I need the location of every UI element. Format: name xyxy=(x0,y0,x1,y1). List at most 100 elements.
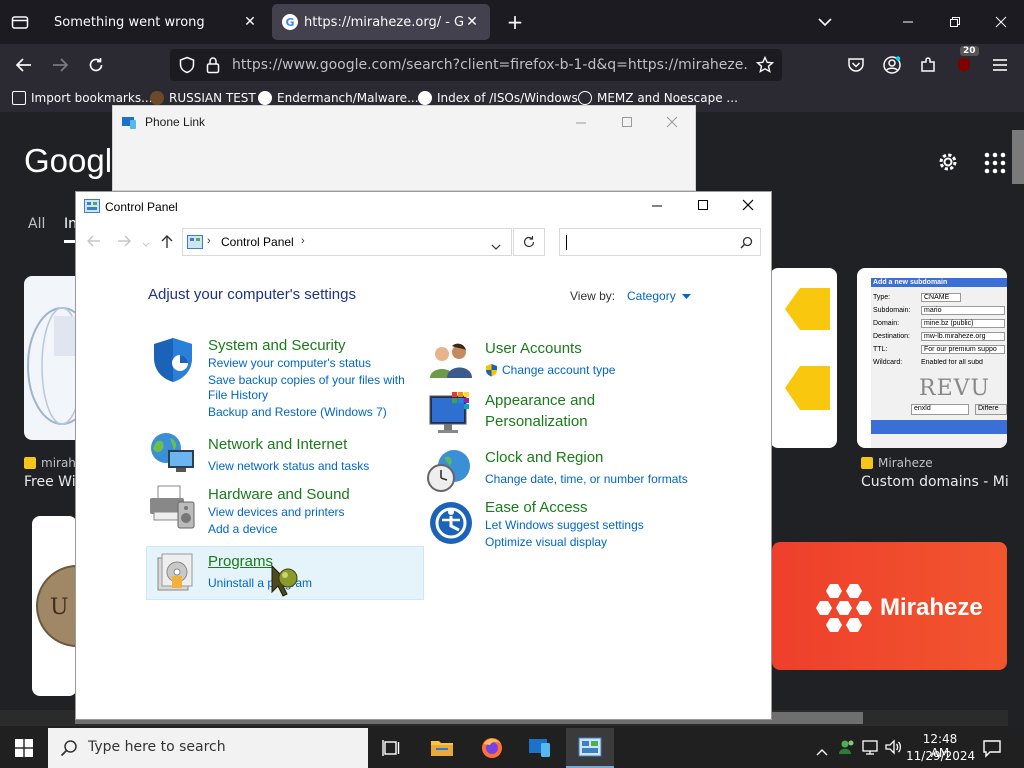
phone-link-taskbar-icon[interactable] xyxy=(516,728,564,768)
category-appearance-and-personalization[interactable]: Appearance and xyxy=(485,392,595,409)
close-tab-icon[interactable]: ✕ xyxy=(242,14,258,30)
programs-disc-icon[interactable] xyxy=(156,552,194,597)
maximize-icon[interactable] xyxy=(696,198,714,216)
category-ease-of-access[interactable]: Ease of Access xyxy=(485,499,588,516)
bookmark-item[interactable]: Endermanch/Malware... xyxy=(258,91,419,105)
breadcrumb[interactable]: Control Panel xyxy=(221,235,294,249)
speaker-volume-icon[interactable] xyxy=(885,739,903,759)
task-view-icon[interactable] xyxy=(368,728,416,768)
tracking-protection-shield-icon[interactable] xyxy=(178,56,196,78)
people-tray-icon[interactable] xyxy=(838,738,856,760)
close-window-icon[interactable] xyxy=(989,10,1013,34)
gear-icon[interactable] xyxy=(936,150,960,174)
back-arrow-icon[interactable] xyxy=(10,52,38,78)
ublock-extension-icon[interactable]: 20 xyxy=(950,46,979,78)
hamburger-menu-icon[interactable] xyxy=(986,52,1014,78)
link-change-account-type[interactable]: Change account type xyxy=(502,362,615,379)
control-panel-taskbar-icon[interactable] xyxy=(566,728,614,768)
close-window-icon[interactable] xyxy=(666,113,680,128)
link-review-computer-status[interactable]: Review your computer's status xyxy=(208,355,371,372)
reload-icon[interactable] xyxy=(82,52,110,78)
forward-arrow-icon[interactable] xyxy=(116,234,132,253)
bookmark-item[interactable]: RUSSIAN TEST xyxy=(150,91,256,105)
browser-tab-active[interactable]: G https://miraheze.org/ - Google ✕ xyxy=(272,4,490,40)
bookmark-item[interactable]: Import bookmarks... xyxy=(12,91,153,105)
result-title[interactable]: Custom domains - Mira xyxy=(861,474,1008,490)
start-windows-icon[interactable] xyxy=(0,728,48,768)
category-programs[interactable]: Programs xyxy=(208,553,273,570)
pocket-icon[interactable] xyxy=(842,52,870,78)
link-optimize-visual-display[interactable]: Optimize visual display xyxy=(485,534,607,551)
notifications-icon[interactable] xyxy=(982,738,1002,762)
up-arrow-icon[interactable] xyxy=(160,233,174,254)
taskbar-search-input[interactable]: Type here to search xyxy=(48,728,368,768)
system-security-shield-icon[interactable] xyxy=(150,336,196,389)
search-input[interactable] xyxy=(559,228,761,256)
image-result-thumbnail[interactable]: U xyxy=(32,516,77,696)
recent-locations-chevron-icon[interactable] xyxy=(142,236,150,254)
clock-globe-icon[interactable] xyxy=(426,448,474,499)
maximize-icon[interactable] xyxy=(621,113,635,127)
extensions-puzzle-icon[interactable] xyxy=(914,52,942,78)
category-appearance-and-personalization-line2[interactable]: Personalization xyxy=(485,413,588,430)
minimize-icon[interactable] xyxy=(575,113,589,127)
vertical-scrollbar[interactable] xyxy=(1008,112,1024,728)
bookmark-item[interactable]: Index of /ISOs/Windows xyxy=(418,91,578,105)
image-result-thumbnail[interactable]: Miraheze xyxy=(772,542,1007,670)
link-change-date-time-formats[interactable]: Change date, time, or number formats xyxy=(485,471,688,488)
hardware-printer-icon[interactable] xyxy=(148,484,196,535)
category-hardware-and-sound[interactable]: Hardware and Sound xyxy=(208,486,350,503)
show-hidden-icons-chevron-icon[interactable] xyxy=(816,742,828,761)
link-let-windows-suggest-settings[interactable]: Let Windows suggest settings xyxy=(485,517,644,534)
close-tab-icon[interactable]: ✕ xyxy=(464,14,480,30)
list-all-tabs-icon[interactable] xyxy=(6,10,34,34)
google-apps-grid-icon[interactable] xyxy=(984,152,1006,174)
file-explorer-icon[interactable] xyxy=(418,728,466,768)
image-result-thumbnail[interactable]: Add a new subdomain Type: CNAME Subdomain… xyxy=(857,268,1007,448)
new-tab-plus-icon[interactable]: + xyxy=(502,10,528,36)
taskbar-clock-date[interactable]: 11/29/2024 xyxy=(906,749,975,763)
account-icon[interactable] xyxy=(878,52,906,78)
network-icon[interactable] xyxy=(862,739,880,759)
close-window-icon[interactable] xyxy=(741,198,759,216)
tab-all[interactable]: All xyxy=(28,216,45,232)
user-accounts-icon[interactable] xyxy=(428,342,474,387)
back-arrow-icon[interactable] xyxy=(86,234,102,253)
result-source[interactable]: mirah xyxy=(24,456,76,470)
control-panel-window[interactable]: Control Panel › Control Panel › Adjust y… xyxy=(75,191,772,720)
chevron-down-icon[interactable] xyxy=(491,238,501,256)
phone-link-window[interactable]: Phone Link xyxy=(112,105,696,191)
category-system-and-security[interactable]: System and Security xyxy=(208,337,346,354)
appearance-monitor-icon[interactable] xyxy=(428,390,474,443)
forward-arrow-icon[interactable] xyxy=(46,52,74,78)
bookmark-star-icon[interactable] xyxy=(755,55,775,78)
minimize-icon[interactable] xyxy=(896,10,920,34)
category-network-and-internet[interactable]: Network and Internet xyxy=(208,436,347,453)
browser-tab[interactable]: Something went wrong ✕ xyxy=(44,4,268,40)
search-icon[interactable] xyxy=(740,236,753,254)
result-source[interactable]: Miraheze xyxy=(861,456,933,470)
scrollbar-thumb[interactable] xyxy=(1012,130,1024,184)
link-add-a-device[interactable]: Add a device xyxy=(208,521,277,538)
breadcrumb-separator-icon[interactable]: › xyxy=(301,235,305,247)
link-file-history[interactable]: File History xyxy=(208,387,268,404)
link-view-network-status[interactable]: View network status and tasks xyxy=(208,458,369,475)
category-user-accounts[interactable]: User Accounts xyxy=(485,340,582,357)
lock-icon[interactable] xyxy=(206,56,220,78)
minimize-icon[interactable] xyxy=(650,198,668,216)
ease-of-access-icon[interactable] xyxy=(428,500,474,551)
result-title[interactable]: Free Wi xyxy=(24,474,76,490)
bookmark-item[interactable]: MEMZ and Noescape ... xyxy=(578,91,738,105)
network-globe-icon[interactable] xyxy=(148,430,196,479)
link-view-devices-printers[interactable]: View devices and printers xyxy=(208,504,345,521)
restore-icon[interactable] xyxy=(943,10,967,34)
category-clock-and-region[interactable]: Clock and Region xyxy=(485,449,603,466)
firefox-icon[interactable] xyxy=(468,728,516,768)
image-result-thumbnail[interactable] xyxy=(770,268,837,448)
link-backup-and-restore[interactable]: Backup and Restore (Windows 7) xyxy=(208,404,387,421)
address-bar[interactable]: https://www.google.com/search?client=fir… xyxy=(170,49,782,81)
refresh-button[interactable] xyxy=(513,228,545,256)
view-by-dropdown[interactable]: Category xyxy=(627,289,692,303)
chevron-down-icon[interactable] xyxy=(815,12,835,32)
address-bar[interactable]: › Control Panel › xyxy=(182,228,512,256)
